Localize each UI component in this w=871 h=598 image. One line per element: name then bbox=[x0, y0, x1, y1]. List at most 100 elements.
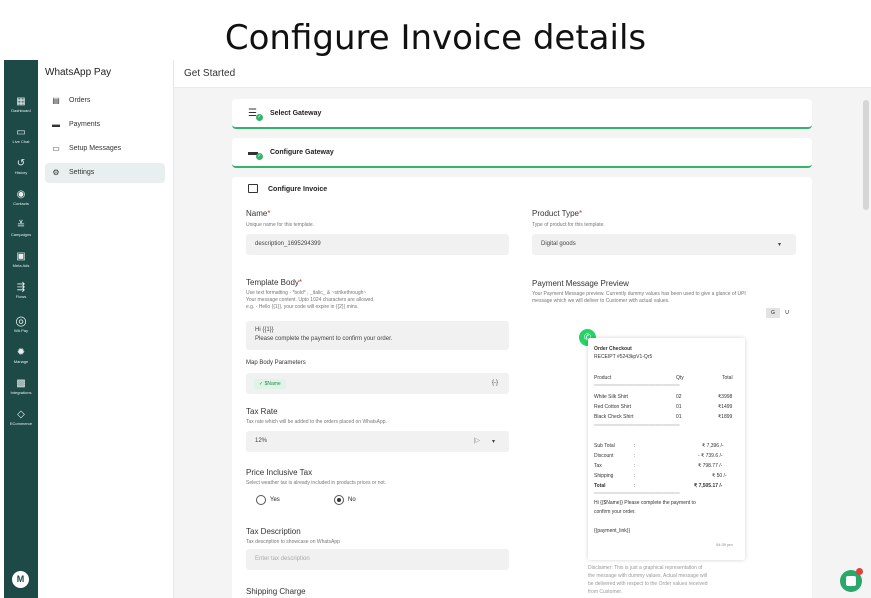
rail-label: Manage bbox=[13, 359, 29, 364]
scrollbar[interactable] bbox=[863, 100, 869, 210]
sidebar: WhatsApp Pay ▤ Orders ▬ Payments ▭ Setup Me… bbox=[38, 60, 174, 598]
chat-icon: ▭ bbox=[16, 127, 26, 138]
sidebar-item-orders[interactable]: ▤ Orders bbox=[45, 91, 165, 111]
template-body-label: Template Body* bbox=[246, 278, 302, 287]
tax-description-field[interactable]: Enter tax description bbox=[246, 549, 509, 570]
radio-no-label: No bbox=[348, 497, 356, 503]
flows-icon: ⇶ bbox=[16, 282, 26, 293]
col-qty: Qty bbox=[676, 375, 684, 381]
topbar: Get Started bbox=[174, 60, 871, 88]
name-help: Unique name for this template. bbox=[246, 222, 315, 228]
sidebar-brand: WhatsApp Pay bbox=[45, 67, 112, 78]
sidebar-item-label: Setup Messages bbox=[69, 145, 122, 152]
row-total: ₹1899 bbox=[718, 414, 733, 420]
disclaimer-3: be delivered with respect to the Order v… bbox=[588, 581, 708, 587]
template-body-line-2: Please complete the payment to confirm y… bbox=[255, 336, 393, 342]
rail-item-dashboard[interactable]: ▦ Dashboard bbox=[4, 96, 38, 114]
avatar[interactable]: M bbox=[12, 571, 29, 588]
required-mark: * bbox=[267, 209, 271, 218]
sidebar-item-label: Orders bbox=[69, 97, 91, 104]
rail-label: Flows bbox=[15, 294, 27, 299]
app-window: ▦ Dashboard ▭ Live Chat ↺ History ◉ Contacts… bbox=[4, 60, 871, 598]
preview-receipt: RECEIPT #5243kpV1-Qr5 bbox=[594, 354, 653, 360]
toggle-option-u[interactable]: U bbox=[780, 308, 794, 318]
icon-rail: ▦ Dashboard ▭ Live Chat ↺ History ◉ Contacts… bbox=[4, 60, 38, 598]
step-label: Configure Gateway bbox=[270, 149, 334, 156]
template-body-line-1: Hi {{1}} bbox=[255, 327, 274, 333]
param-chip[interactable]: ✓ $Name bbox=[254, 379, 286, 389]
rail-item-wa-pay[interactable]: ◎ WA Pay bbox=[4, 313, 38, 334]
toggle-option-g[interactable]: G bbox=[766, 308, 780, 318]
col-product: Product bbox=[594, 375, 612, 381]
invoice-icon bbox=[248, 184, 258, 193]
separator: ========================================… bbox=[594, 490, 680, 495]
product-type-label: Product Type* bbox=[532, 209, 582, 218]
name-label: Name* bbox=[246, 209, 270, 218]
preview-order-title: Order Checkout bbox=[594, 346, 632, 352]
totals-label: Total bbox=[594, 483, 606, 489]
totals-value: - ₹ 739.6 /- bbox=[698, 453, 723, 459]
step-label: Select Gateway bbox=[270, 110, 322, 117]
totals-colon: : bbox=[634, 483, 636, 489]
map-params-field[interactable]: ✓ $Name {-} bbox=[246, 373, 509, 394]
rail-item-ecommerce[interactable]: ◇ ECommerce bbox=[4, 409, 38, 427]
preview-message-2: confirm your order. bbox=[594, 509, 636, 515]
sidebar-item-payments[interactable]: ▬ Payments bbox=[45, 115, 165, 135]
tax-rate-select[interactable]: 12% |▷ ▾ bbox=[246, 431, 509, 452]
rail-label: Live Chat bbox=[12, 139, 30, 144]
preview-time: 04:39 pm bbox=[716, 542, 733, 547]
template-body-field[interactable]: Hi {{1}} Please complete the payment to … bbox=[246, 321, 509, 350]
preview-help-1: Your Payment Message preview. Currently … bbox=[532, 291, 746, 297]
rail-item-contacts[interactable]: ◉ Contacts bbox=[4, 189, 38, 207]
ecommerce-icon: ◇ bbox=[17, 409, 25, 420]
preview-mode-toggle[interactable]: G U bbox=[766, 308, 794, 318]
separator: ========================================… bbox=[594, 382, 680, 387]
row-total: ₹3998 bbox=[718, 394, 733, 400]
payments-icon: ▬ bbox=[52, 120, 60, 129]
rail-item-history[interactable]: ↺ History bbox=[4, 158, 38, 176]
totals-value: ₹ 7,396 /- bbox=[702, 443, 724, 449]
rail-item-integrations[interactable]: ▩ Integrations bbox=[4, 378, 38, 396]
sidebar-item-setup-messages[interactable]: ▭ Setup Messages bbox=[45, 139, 165, 159]
rail-label: WA Pay bbox=[13, 328, 29, 333]
preview-label: Payment Message Preview bbox=[532, 279, 629, 288]
totals-value: ₹ 798.77 /- bbox=[698, 463, 723, 469]
chat-support-button[interactable] bbox=[840, 568, 863, 592]
card-title: Configure Invoice bbox=[268, 186, 328, 193]
gateway-list-icon: ☰ ✓ bbox=[248, 108, 263, 121]
template-body-help-2: Your message content. Upto 1024 characte… bbox=[246, 297, 375, 303]
step-select-gateway[interactable]: ☰ ✓ Select Gateway bbox=[232, 99, 812, 129]
tax-rate-label: Tax Rate bbox=[246, 407, 278, 416]
tax-rate-help: Tax rate which will be added to the orde… bbox=[246, 419, 387, 425]
product-type-select[interactable]: Digital goods ▾ bbox=[532, 234, 796, 255]
preview-help-2: message which we will deliver to Custome… bbox=[532, 298, 670, 304]
wa-pay-icon: ◎ bbox=[15, 313, 27, 328]
messages-icon: ▭ bbox=[52, 144, 60, 153]
step-configure-gateway[interactable]: ▬ ✓ Configure Gateway bbox=[232, 138, 812, 168]
rail-item-meta-ads[interactable]: ▣ Meta Ads bbox=[4, 251, 38, 269]
totals-colon: : bbox=[634, 463, 636, 469]
totals-colon: : bbox=[634, 453, 636, 459]
sidebar-item-settings[interactable]: ⚙ Settings bbox=[45, 163, 165, 183]
rail-label: ECommerce bbox=[9, 421, 33, 426]
rail-item-campaigns[interactable]: ≚ Campaigns bbox=[4, 220, 38, 238]
radio-no[interactable] bbox=[334, 495, 344, 505]
notification-badge bbox=[856, 568, 863, 575]
rail-item-manage[interactable]: ✹ Manage bbox=[4, 347, 38, 365]
rail-item-live-chat[interactable]: ▭ Live Chat bbox=[4, 127, 38, 145]
topbar-title: Get Started bbox=[184, 68, 236, 79]
totals-label: Sub Total bbox=[594, 443, 615, 449]
clear-icon[interactable]: |▷ bbox=[474, 437, 480, 444]
price-inclusive-label: Price Inclusive Tax bbox=[246, 468, 313, 477]
totals-label: Shipping bbox=[594, 473, 614, 479]
rail-item-flows[interactable]: ⇶ Flows bbox=[4, 282, 38, 300]
variable-icon[interactable]: {-} bbox=[492, 380, 498, 386]
row-product: Red Cotton Shirt bbox=[594, 404, 631, 410]
name-field[interactable]: description_1695294399 bbox=[246, 234, 509, 255]
row-qty: 01 bbox=[676, 404, 682, 410]
radio-yes[interactable] bbox=[256, 495, 266, 505]
contacts-icon: ◉ bbox=[16, 189, 26, 200]
row-qty: 02 bbox=[676, 394, 682, 400]
row-product: White Silk Shirt bbox=[594, 394, 628, 400]
price-inclusive-help: Select weather tax is already included i… bbox=[246, 480, 387, 486]
